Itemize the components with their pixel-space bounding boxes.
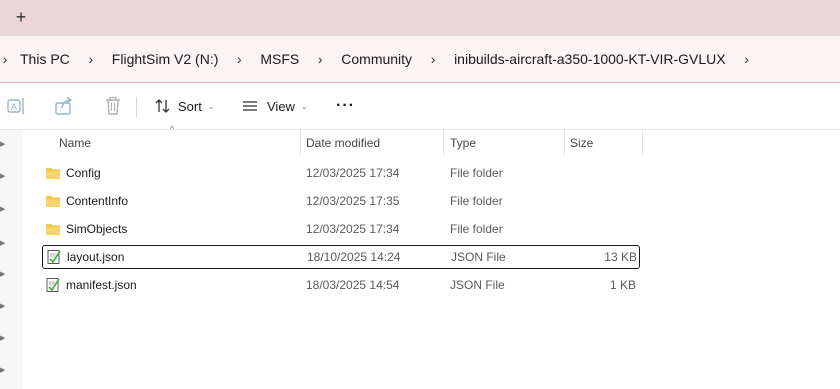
folder-icon: [45, 165, 61, 181]
breadcrumb-separator[interactable]: ›: [303, 51, 337, 67]
expand-arrow-icon[interactable]: ▶: [0, 302, 8, 312]
breadcrumb-separator[interactable]: ›: [0, 51, 10, 67]
file-list: ^ Name Date modified Type Size Config 12…: [23, 124, 840, 389]
rename-icon[interactable]: A: [6, 95, 28, 117]
folder-icon: [45, 193, 61, 209]
breadcrumb-current-folder[interactable]: inibuilds-aircraft-a350-1000-KT-VIR-GVLU…: [450, 51, 730, 67]
file-date-modified: 18/03/2025 14:54: [306, 278, 400, 292]
breadcrumb-separator[interactable]: ›: [74, 51, 108, 67]
table-row[interactable]: Config 12/03/2025 17:34 File folder: [42, 162, 640, 184]
address-bar[interactable]: › This PC › FlightSim V2 (N:) › MSFS › C…: [0, 36, 840, 83]
breadcrumb: › This PC › FlightSim V2 (N:) › MSFS › C…: [0, 36, 764, 82]
file-date-modified: 12/03/2025 17:35: [306, 194, 400, 208]
file-date-modified: 12/03/2025 17:34: [306, 222, 400, 236]
chevron-down-icon: ⌄: [207, 101, 215, 111]
file-size: [542, 190, 636, 212]
table-row[interactable]: manifest.json 18/03/2025 14:54 JSON File…: [42, 274, 640, 296]
expand-arrow-icon[interactable]: ▶: [0, 366, 8, 376]
json-file-icon: [45, 277, 61, 293]
column-divider[interactable]: [300, 130, 301, 156]
column-header-type[interactable]: Type: [450, 130, 560, 156]
column-divider[interactable]: [443, 130, 444, 156]
expand-arrow-icon[interactable]: ▶: [0, 172, 8, 182]
tab-bar: +: [0, 0, 840, 36]
file-name: manifest.json: [66, 278, 137, 292]
column-divider[interactable]: [564, 130, 565, 156]
file-type: JSON File: [450, 278, 505, 292]
sort-label: Sort: [178, 98, 202, 114]
table-row[interactable]: SimObjects 12/03/2025 17:34 File folder: [42, 218, 640, 240]
command-bar: A Sort ⌄ View ⌄ ···: [0, 83, 840, 130]
folder-icon: [45, 221, 61, 237]
sort-icon: [155, 99, 170, 113]
toolbar-divider: [136, 97, 137, 117]
breadcrumb-community[interactable]: Community: [337, 51, 416, 67]
file-size: 1 KB: [609, 278, 636, 292]
file-type: File folder: [450, 194, 503, 208]
json-file-icon: [46, 249, 62, 265]
file-type: File folder: [450, 222, 503, 236]
expand-arrow-icon[interactable]: ▶: [0, 239, 8, 249]
delete-icon[interactable]: [102, 95, 124, 117]
file-size: [542, 218, 636, 240]
file-date-modified: 12/03/2025 17:34: [306, 166, 400, 180]
breadcrumb-msfs[interactable]: MSFS: [256, 51, 303, 67]
view-label: View: [267, 98, 295, 114]
expand-arrow-icon[interactable]: ▶: [0, 140, 8, 150]
share-icon[interactable]: [53, 95, 75, 117]
navigation-pane[interactable]: ▶ ▶ ▶ ▶ ▶ ▶ ▶ ▶: [0, 130, 22, 389]
column-header-size[interactable]: Size: [570, 130, 640, 156]
table-row[interactable]: ContentInfo 12/03/2025 17:35 File folder: [42, 190, 640, 212]
column-header-date-modified[interactable]: Date modified: [306, 130, 442, 156]
column-divider[interactable]: [642, 130, 643, 156]
expand-arrow-icon[interactable]: ▶: [0, 205, 8, 215]
breadcrumb-this-pc[interactable]: This PC: [10, 51, 74, 67]
breadcrumb-separator[interactable]: ›: [222, 51, 256, 67]
new-tab-button[interactable]: +: [10, 6, 32, 28]
column-header-name[interactable]: Name: [59, 130, 299, 156]
file-size: [542, 162, 636, 184]
svg-text:A: A: [11, 102, 17, 112]
chevron-down-icon: ⌄: [300, 101, 308, 111]
file-date-modified: 18/10/2025 14:24: [307, 250, 401, 264]
breadcrumb-drive[interactable]: FlightSim V2 (N:): [108, 51, 223, 67]
view-icon: [243, 101, 257, 111]
expand-arrow-icon[interactable]: ▶: [0, 334, 8, 344]
expand-arrow-icon[interactable]: ▶: [0, 270, 8, 280]
file-name: Config: [66, 166, 101, 180]
breadcrumb-separator[interactable]: ›: [730, 51, 764, 67]
file-name: ContentInfo: [66, 194, 129, 208]
file-type: File folder: [450, 166, 503, 180]
breadcrumb-separator[interactable]: ›: [416, 51, 450, 67]
view-button[interactable]: View ⌄: [241, 95, 308, 117]
file-size: 13 KB: [604, 250, 637, 264]
file-name: layout.json: [67, 250, 125, 264]
table-row-selected[interactable]: layout.json 18/10/2025 14:24 JSON File 1…: [42, 245, 640, 269]
file-type: JSON File: [451, 250, 506, 264]
file-name: SimObjects: [66, 222, 128, 236]
more-options-button[interactable]: ···: [336, 95, 355, 117]
sort-button[interactable]: Sort ⌄: [154, 95, 215, 117]
